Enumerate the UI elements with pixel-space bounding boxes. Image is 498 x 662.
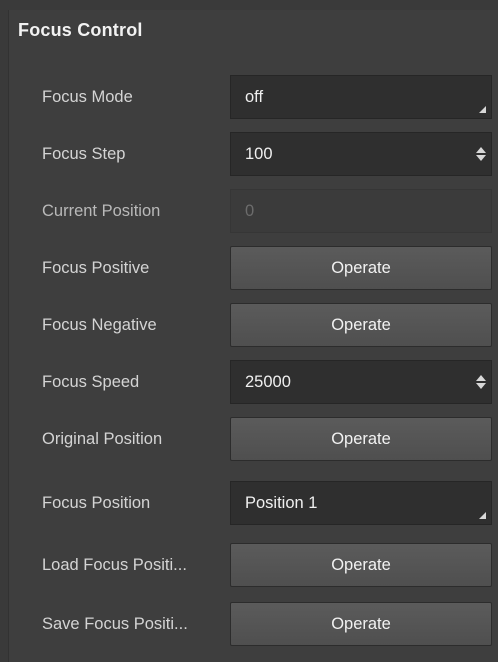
save-focus-position-row: Save Focus Positi... Operate	[8, 599, 498, 649]
focus-step-row: Focus Step 100	[8, 129, 498, 179]
focus-speed-label: Focus Speed	[42, 373, 140, 391]
original-position-label: Original Position	[42, 430, 163, 448]
focus-speed-value: 25000	[245, 373, 291, 391]
original-position-row: Original Position Operate	[8, 414, 498, 464]
panel-title: Focus Control	[18, 20, 143, 40]
focus-negative-operate-button[interactable]: Operate	[230, 303, 492, 347]
spinner-up-down-icon[interactable]	[476, 375, 486, 389]
focus-position-row: Focus Position Position 1	[8, 478, 498, 528]
dropdown-corner-arrow-icon	[479, 512, 486, 519]
focus-positive-operate-button[interactable]: Operate	[230, 246, 492, 290]
focus-position-label: Focus Position	[42, 494, 151, 512]
save-focus-position-label: Save Focus Positi...	[42, 615, 188, 633]
focus-position-dropdown[interactable]: Position 1	[230, 481, 492, 525]
focus-mode-dropdown[interactable]: off	[230, 75, 492, 119]
focus-negative-label: Focus Negative	[42, 316, 157, 334]
load-focus-position-label: Load Focus Positi...	[42, 556, 187, 574]
save-focus-position-operate-button[interactable]: Operate	[230, 602, 492, 646]
focus-step-value: 100	[245, 145, 273, 163]
current-position-row: Current Position 0	[8, 186, 498, 236]
spinner-up-arrow-icon[interactable]	[476, 375, 486, 381]
focus-step-spinbox[interactable]: 100	[230, 132, 492, 176]
current-position-value: 0	[245, 202, 255, 220]
focus-position-value: Position 1	[245, 494, 318, 512]
spinner-up-arrow-icon[interactable]	[476, 147, 486, 153]
load-focus-position-operate-button[interactable]: Operate	[230, 543, 492, 587]
focus-speed-spinbox[interactable]: 25000	[230, 360, 492, 404]
focus-mode-value: off	[245, 88, 264, 106]
focus-mode-row: Focus Mode off	[8, 72, 498, 122]
load-focus-position-row: Load Focus Positi... Operate	[8, 540, 498, 590]
current-position-label: Current Position	[42, 202, 161, 220]
spinner-down-arrow-icon[interactable]	[476, 155, 486, 161]
focus-positive-row: Focus Positive Operate	[8, 243, 498, 293]
spinner-down-arrow-icon[interactable]	[476, 383, 486, 389]
focus-step-label: Focus Step	[42, 145, 126, 163]
current-position-field: 0	[230, 189, 492, 233]
original-position-operate-button[interactable]: Operate	[230, 417, 492, 461]
focus-positive-label: Focus Positive	[42, 259, 150, 277]
focus-speed-row: Focus Speed 25000	[8, 357, 498, 407]
focus-negative-row: Focus Negative Operate	[8, 300, 498, 350]
spinner-up-down-icon[interactable]	[476, 147, 486, 161]
focus-mode-label: Focus Mode	[42, 88, 133, 106]
dropdown-corner-arrow-icon	[479, 106, 486, 113]
